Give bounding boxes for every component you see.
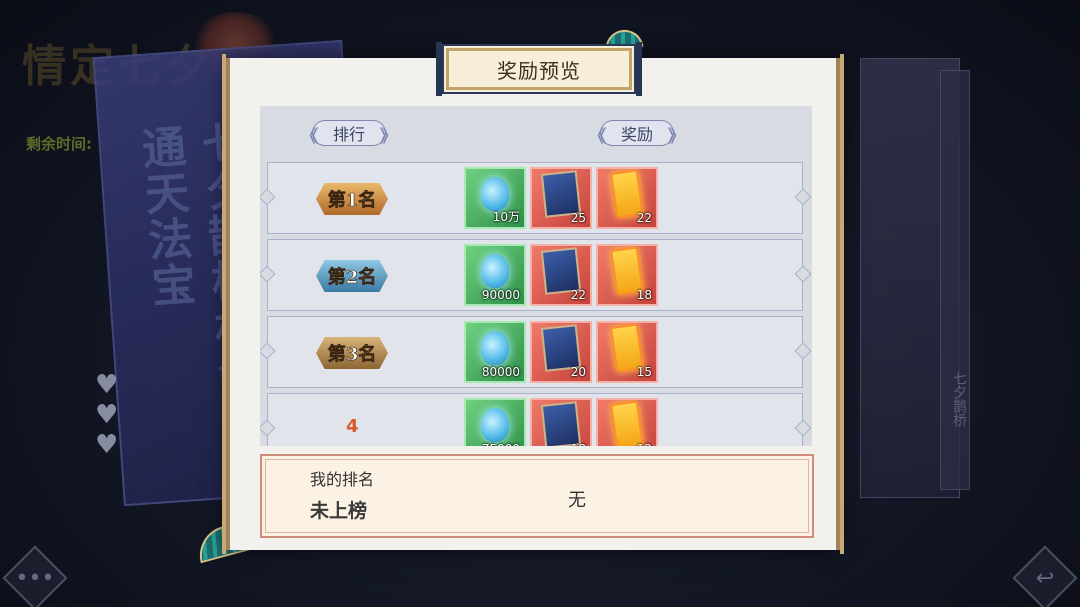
chevron-left-icon: 《	[301, 127, 318, 147]
rank-label: 第1名	[327, 190, 377, 212]
reward-items: 10万 25 22	[464, 167, 658, 229]
reward-item[interactable]: 18	[596, 244, 658, 306]
remaining-time-label: 剩余时间:	[26, 135, 92, 153]
reward-item[interactable]: 22	[530, 244, 592, 306]
golden-scroll-icon	[604, 323, 650, 373]
rank-header-label: 排行	[333, 125, 366, 144]
rank-label: 第2名	[327, 267, 377, 289]
reward-item[interactable]: 90000	[464, 244, 526, 306]
reward-preview-dialog: 奖励预览 《 排行 》 《 奖励 》 第1名 10万 25 22 第2名 900…	[222, 42, 844, 554]
reward-table[interactable]: 《 排行 》 《 奖励 》 第1名 10万 25 22 第2名 90000 22…	[260, 106, 812, 446]
return-button[interactable]: ↩	[1012, 545, 1078, 607]
golden-scroll-icon	[604, 169, 650, 219]
reward-item[interactable]: 80000	[464, 321, 526, 383]
spirit-bottle-icon	[472, 406, 518, 444]
chat-icon: •••	[15, 565, 55, 591]
rank-badge: 第1名	[316, 183, 388, 215]
reward-items: 80000 20 15	[464, 321, 658, 383]
rank-row-1: 第1名 10万 25 22	[267, 162, 803, 234]
side-scroll-text: 七夕鹊桥	[940, 70, 970, 490]
item-quantity: 75000	[482, 442, 520, 446]
reward-item[interactable]: 20	[530, 321, 592, 383]
rank-label: 第3名	[327, 344, 377, 366]
item-quantity: 20	[570, 365, 586, 379]
skill-book-icon	[538, 247, 584, 295]
rank-badge: 第2名	[316, 260, 388, 292]
item-quantity: 15	[636, 365, 652, 379]
dialog-title-plate: 奖励预览	[436, 42, 642, 96]
chevron-left-icon: 《	[589, 127, 606, 147]
rank-rows: 第1名 10万 25 22 第2名 90000 22 18 第3名 80000 …	[267, 162, 803, 446]
reward-header-label: 奖励	[621, 125, 654, 144]
dialog-title: 奖励预览	[497, 58, 581, 83]
rank-number: 4	[346, 416, 359, 437]
reward-items: 75000 18 12	[464, 398, 658, 446]
chat-button[interactable]: •••	[2, 545, 68, 607]
item-quantity: 22	[570, 288, 586, 302]
spirit-bottle-icon	[472, 329, 518, 367]
reward-items: 90000 22 18	[464, 244, 658, 306]
item-quantity: 10万	[492, 210, 520, 224]
rank-row-3: 第3名 80000 20 15	[267, 316, 803, 388]
golden-scroll-icon	[604, 400, 650, 446]
rank-row-4: 4 75000 18 12	[267, 393, 803, 446]
reward-item[interactable]: 25	[530, 167, 592, 229]
reward-item[interactable]: 10万	[464, 167, 526, 229]
item-quantity: 12	[637, 442, 652, 446]
heart-decoration: ♥ ♥ ♥	[95, 370, 119, 460]
reward-item[interactable]: 18	[530, 398, 592, 446]
item-quantity: 18	[636, 288, 652, 302]
reward-item[interactable]: 22	[596, 167, 658, 229]
item-quantity: 22	[636, 211, 652, 225]
golden-scroll-icon	[604, 246, 650, 296]
reward-item[interactable]: 75000	[464, 398, 526, 446]
return-icon: ↩	[1035, 565, 1055, 591]
spirit-bottle-icon	[472, 252, 518, 290]
skill-book-icon	[538, 170, 584, 218]
my-rank-reward: 无	[568, 490, 586, 511]
reward-item[interactable]: 15	[596, 321, 658, 383]
rank-badge: 第3名	[316, 337, 388, 369]
chevron-right-icon: 》	[380, 127, 398, 147]
rank-column-header: 《 排行 》	[301, 120, 397, 147]
item-quantity: 90000	[481, 288, 520, 302]
my-rank-label: 我的排名	[310, 470, 375, 489]
item-quantity: 25	[570, 211, 586, 225]
my-rank-panel: 我的排名 未上榜 无	[260, 454, 814, 538]
skill-book-icon	[538, 324, 584, 372]
item-quantity: 18	[571, 442, 586, 446]
my-rank-value: 未上榜	[310, 500, 368, 522]
reward-column-header: 《 奖励 》	[589, 120, 685, 147]
chevron-right-icon: 》	[668, 127, 686, 147]
rank-row-2: 第2名 90000 22 18	[267, 239, 803, 311]
table-header: 《 排行 》 《 奖励 》	[260, 106, 812, 156]
skill-book-icon	[538, 401, 584, 446]
reward-item[interactable]: 12	[596, 398, 658, 446]
item-quantity: 80000	[481, 365, 520, 379]
